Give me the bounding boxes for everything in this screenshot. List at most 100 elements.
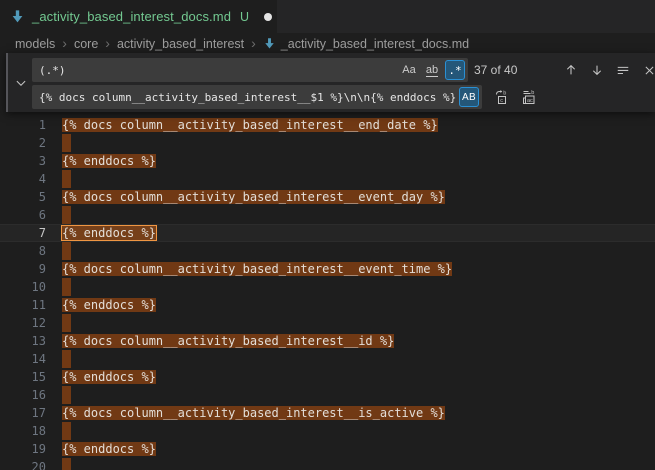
unsaved-dot-indicator[interactable] [264,13,272,21]
find-match-highlight [62,206,71,224]
tab-activity-based-interest-docs[interactable]: _activity_based_interest_docs.md U [0,0,277,33]
git-status-badge: U [240,10,249,24]
line-content: {% enddocs %} [46,368,156,386]
svg-text:c: c [500,98,503,104]
line-number: 6 [0,206,46,224]
line-content [46,206,71,224]
find-match-highlight: {% enddocs %} [62,442,156,456]
line-number: 10 [0,278,46,296]
previous-match-button[interactable] [561,60,581,80]
editor-line[interactable]: 20 [0,458,655,470]
breadcrumb-item-activity-based-interest[interactable]: activity_based_interest [117,37,244,51]
replace-all-icon: b ac [521,89,537,105]
breadcrumb-item-core[interactable]: core [74,37,98,51]
editor-line[interactable]: 8 [0,242,655,260]
find-match-highlight [62,242,71,260]
editor-line[interactable]: 18 [0,422,655,440]
find-input[interactable]: (.*) Aa ab .* [32,58,468,82]
find-match-highlight: {% docs column__activity_based_interest_… [62,334,394,348]
line-content: {% docs column__activity_based_interest_… [46,404,445,422]
line-number: 9 [0,260,46,278]
line-number: 16 [0,386,46,404]
line-content: {% enddocs %} [46,152,156,170]
editor-lines: 1{% docs column__activity_based_interest… [0,116,655,470]
match-case-toggle[interactable]: Aa [399,60,419,80]
editor-line[interactable]: 15 {% enddocs %} [0,368,655,386]
chevron-right-icon: › [105,36,110,50]
editor-line[interactable]: 14 [0,350,655,368]
line-content [46,386,71,404]
find-match-highlight [62,458,71,470]
line-number: 8 [0,242,46,260]
chevron-down-icon [15,77,27,89]
line-number: 18 [0,422,46,440]
whole-word-toggle[interactable]: ab [422,60,442,80]
line-number: 19 [0,440,46,458]
find-match-highlight [62,386,71,404]
editor-line[interactable]: 10 [0,278,655,296]
close-icon [643,64,655,77]
line-content [46,422,71,440]
line-content [46,314,71,332]
editor-line[interactable]: 16 [0,386,655,404]
line-content [46,134,71,152]
toggle-replace-chevron-button[interactable] [10,53,32,112]
svg-text:b: b [531,90,534,96]
replace-options: AB [459,87,482,107]
line-number: 12 [0,314,46,332]
editor-line[interactable]: 1{% docs column__activity_based_interest… [0,116,655,134]
line-content [46,458,71,470]
line-number: 17 [0,404,46,422]
editor-line[interactable]: 9 {% docs column__activity_based_interest… [0,260,655,278]
replace-input[interactable]: {% docs column__activity_based_interest_… [32,85,482,109]
find-match-highlight [62,134,71,152]
regex-toggle[interactable]: .* [445,60,465,80]
editor-line[interactable]: 5 {% docs column__activity_based_interest… [0,188,655,206]
line-content [46,242,71,260]
line-content: {% docs column__activity_based_interest_… [46,260,452,278]
line-content: {% enddocs %} [46,296,156,314]
editor-line[interactable]: 13{% docs column__activity_based_interes… [0,332,655,350]
replace-button[interactable]: b c [492,87,512,107]
line-number: 14 [0,350,46,368]
editor-line[interactable]: 17 {% docs column__activity_based_interes… [0,404,655,422]
next-match-button[interactable] [587,60,607,80]
replace-all-icon-button[interactable]: b ac [519,87,539,107]
breadcrumb-item-file[interactable]: _activity_based_interest_docs.md [263,37,469,51]
line-number: 15 [0,368,46,386]
find-match-highlight [62,422,71,440]
find-match-highlight: {% enddocs %} [62,370,156,384]
editor-line[interactable]: 3{% enddocs %} [0,152,655,170]
editor-line[interactable]: 12 [0,314,655,332]
find-in-selection-button[interactable] [613,60,633,80]
breadcrumb-file-label: _activity_based_interest_docs.md [281,37,469,51]
preserve-case-toggle[interactable]: AB [459,87,479,107]
selection-lines-icon [616,63,630,77]
editor-line[interactable]: 19 {% enddocs %} [0,440,655,458]
editor-line[interactable]: 2 [0,134,655,152]
find-query: (.*) [32,64,399,77]
find-match-highlight [62,278,71,296]
current-find-match: {% enddocs %} [62,226,156,240]
line-number: 5 [0,188,46,206]
arrow-up-icon [564,63,578,77]
find-match-highlight: {% docs column__activity_based_interest_… [62,190,445,204]
line-number: 4 [0,170,46,188]
chevron-right-icon: › [62,36,67,50]
line-number: 7 [0,224,46,242]
breadcrumb-item-models[interactable]: models [15,37,55,51]
line-number: 2 [0,134,46,152]
editor-line[interactable]: 4 [0,170,655,188]
editor-line[interactable]: 6 [0,206,655,224]
find-match-highlight: {% docs column__activity_based_interest_… [62,406,445,420]
line-content [46,170,71,188]
replace-icon: b c [494,89,510,105]
find-match-highlight: {% enddocs %} [62,154,156,168]
close-find-widget-button[interactable] [639,60,655,80]
chevron-right-icon: › [251,36,256,50]
editor-line[interactable]: 7 {% enddocs %} [0,224,655,242]
find-match-highlight: {% docs column__activity_based_interest_… [62,262,452,276]
line-content: {% docs column__activity_based_interest_… [46,332,394,350]
find-match-highlight [62,350,71,368]
editor-line[interactable]: 11{% enddocs %} [0,296,655,314]
